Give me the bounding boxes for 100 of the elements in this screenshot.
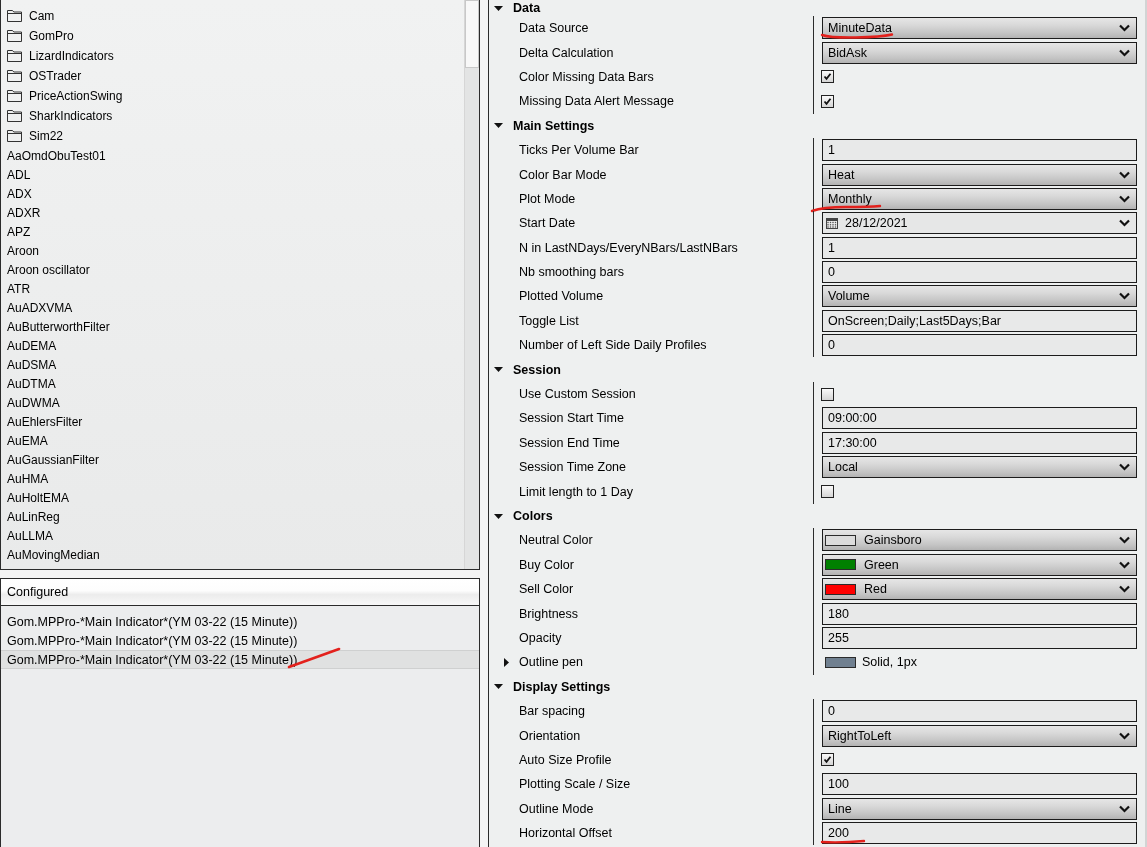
property-label: Session End Time [519, 435, 620, 450]
text-field[interactable]: 200 [822, 822, 1137, 845]
indicator-item[interactable]: AuEhlersFilter [1, 412, 87, 431]
folder-item[interactable]: Cam [1, 6, 59, 26]
indicator-item[interactable]: AuDEMA [1, 336, 61, 355]
indicator-item[interactable]: AuLLMA [1, 526, 58, 545]
chevron-down-icon [1119, 560, 1130, 569]
folder-icon [7, 10, 22, 22]
folder-icon [7, 70, 22, 82]
folder-item[interactable]: SharkIndicators [1, 106, 117, 126]
chevron-down-icon [1119, 804, 1130, 813]
property-label: Plotted Volume [519, 289, 604, 304]
indicator-item[interactable]: Aroon [1, 241, 44, 260]
property-label: Use Custom Session [519, 387, 636, 402]
indicator-item[interactable]: AuDTMA [1, 374, 60, 393]
dropdown[interactable]: RightToLeft [822, 724, 1137, 747]
indicator-item[interactable]: AuLinReg [1, 507, 64, 526]
property-label: Data Source [519, 21, 589, 36]
dropdown[interactable]: Volume [822, 285, 1137, 308]
text-field[interactable]: 1 [822, 236, 1137, 259]
calendar-icon [826, 217, 838, 229]
property-label: Start Date [519, 216, 576, 231]
section-header[interactable]: Display Settings [489, 674, 617, 699]
indicator-item[interactable]: AuMovingMedian [1, 545, 104, 564]
chevron-down-icon [1119, 536, 1130, 545]
property-label: Color Bar Mode [519, 167, 607, 182]
property-label: Bar spacing [519, 704, 585, 719]
dropdown[interactable]: Line [822, 797, 1137, 820]
folder-icon [7, 30, 22, 42]
checkbox[interactable] [821, 753, 834, 767]
checkbox[interactable] [821, 485, 834, 499]
property-label: Session Start Time [519, 411, 624, 426]
property-label: Plotting Scale / Size [519, 777, 631, 792]
indicator-item[interactable]: APZ [1, 222, 35, 241]
text-field[interactable]: 100 [822, 773, 1137, 796]
checkbox[interactable] [821, 94, 834, 108]
caret-down-icon [494, 365, 503, 375]
folder-item[interactable]: Sim22 [1, 126, 67, 146]
text-field[interactable]: 0 [822, 334, 1137, 357]
indicator-item[interactable]: ADXR [1, 203, 45, 222]
property-label: Horizontal Offset [519, 826, 612, 841]
date-field[interactable]: 28/12/2021 [822, 212, 1137, 235]
text-field[interactable]: 0 [822, 700, 1137, 723]
chevron-down-icon [1119, 463, 1130, 472]
indicator-item[interactable]: ADL [1, 165, 35, 184]
chevron-down-icon [1119, 170, 1130, 179]
indicator-item[interactable]: AuADXVMA [1, 298, 77, 317]
text-field[interactable]: OnScreen;Daily;Last5Days;Bar [822, 309, 1137, 332]
configured-item[interactable]: Gom.MPPro-*Main Indicator*(YM 03-22 (15 Minute)) [1, 631, 479, 650]
folder-item[interactable]: GomPro [1, 26, 78, 46]
indicator-item[interactable]: AuHoltEMA [1, 488, 74, 507]
color-dropdown[interactable]: Green [822, 553, 1137, 576]
scrollbar-thumb[interactable] [465, 0, 479, 68]
indicator-item[interactable]: ATR [1, 279, 35, 298]
text-field[interactable]: 17:30:00 [822, 431, 1137, 454]
configured-item[interactable]: Gom.MPPro-*Main Indicator*(YM 03-22 (15 Minute)) [1, 650, 479, 669]
chevron-down-icon [1119, 48, 1130, 57]
indicator-item[interactable]: AaOmdObuTest01 [1, 146, 110, 165]
indicator-item[interactable]: AuHMA [1, 469, 53, 488]
section-header[interactable]: Main Settings [489, 113, 601, 138]
dropdown[interactable]: BidAsk [822, 41, 1137, 64]
caret-down-icon [494, 682, 503, 692]
indicator-item[interactable]: AuDWMA [1, 393, 64, 412]
caret-right-icon[interactable] [504, 657, 509, 667]
chevron-down-icon [1119, 219, 1130, 228]
folder-icon [7, 110, 22, 122]
indicator-item[interactable]: AuDSMA [1, 355, 61, 374]
text-field[interactable]: 180 [822, 602, 1137, 625]
indicator-item[interactable]: AuGaussianFilter [1, 450, 104, 469]
scrollbar-track[interactable] [464, 0, 479, 569]
property-label: Auto Size Profile [519, 752, 612, 767]
dropdown[interactable]: MinuteData [822, 17, 1137, 40]
color-dropdown[interactable]: Gainsboro [822, 529, 1137, 552]
dropdown[interactable]: Monthly [822, 187, 1137, 210]
indicator-item[interactable]: Aroon oscillator [1, 260, 94, 279]
section-header[interactable]: Data [489, 0, 547, 16]
color-dropdown[interactable]: Red [822, 578, 1137, 601]
folder-icon [7, 130, 22, 142]
section-header[interactable]: Colors [489, 503, 559, 529]
folder-item[interactable]: PriceActionSwing [1, 86, 127, 106]
dropdown[interactable]: Local [822, 456, 1137, 479]
property-label: Delta Calculation [519, 45, 614, 60]
checkbox[interactable] [821, 387, 834, 401]
text-field[interactable]: 09:00:00 [822, 407, 1137, 430]
property-label: Outline Mode [519, 801, 594, 816]
text-field[interactable]: 255 [822, 626, 1137, 649]
text-field[interactable]: 0 [822, 261, 1137, 284]
dropdown[interactable]: Heat [822, 163, 1137, 186]
folder-item[interactable]: OSTrader [1, 66, 86, 86]
section-header[interactable]: Session [489, 357, 567, 382]
configured-item[interactable]: Gom.MPPro-*Main Indicator*(YM 03-22 (15 Minute)) [1, 612, 479, 631]
property-label: Outline pen [519, 655, 583, 670]
indicator-item[interactable]: AuEMA [1, 431, 52, 450]
indicator-item[interactable]: ADX [1, 184, 36, 203]
chevron-down-icon [1119, 194, 1130, 203]
checkbox[interactable] [821, 70, 834, 84]
folder-item[interactable]: LizardIndicators [1, 46, 118, 66]
property-label: Nb smoothing bars [519, 265, 624, 280]
text-field[interactable]: 1 [822, 139, 1137, 162]
indicator-item[interactable]: AuButterworthFilter [1, 317, 114, 336]
